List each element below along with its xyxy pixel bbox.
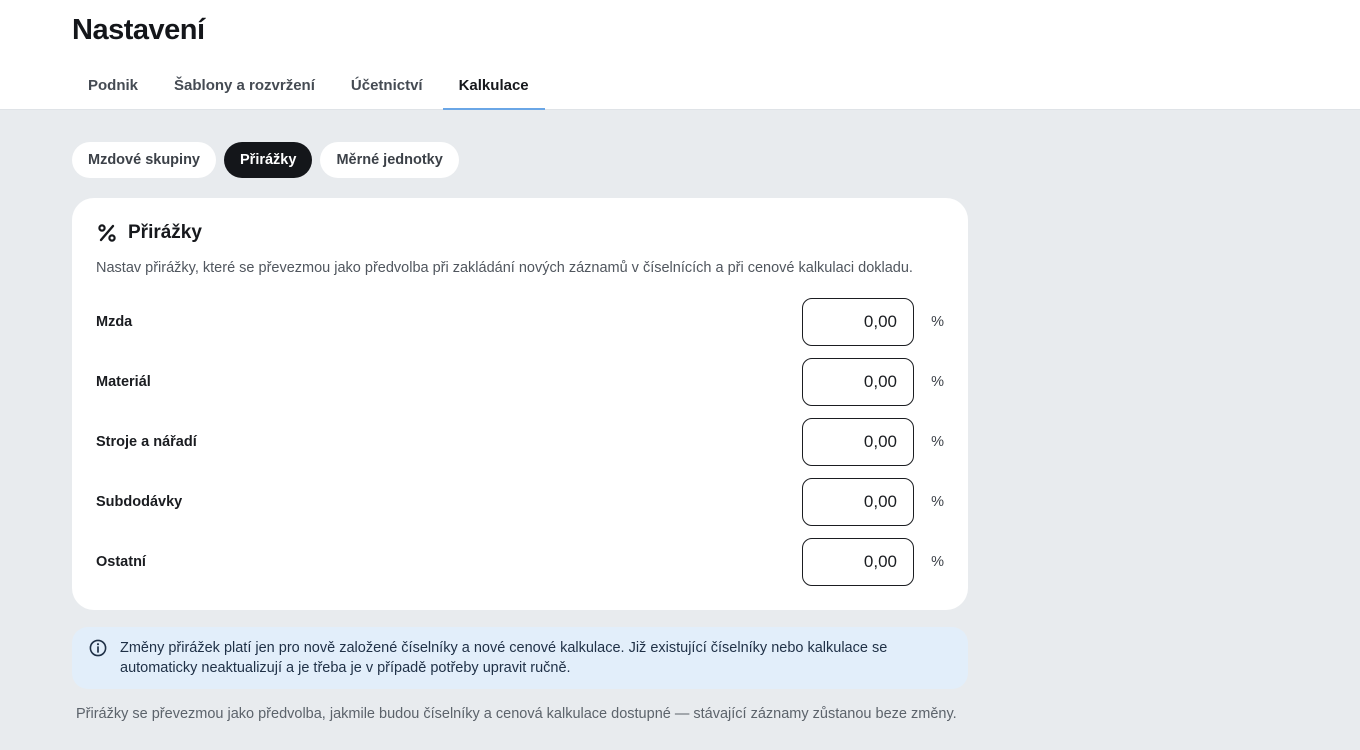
row-unit: % [931,374,944,390]
tab-podnik[interactable]: Podnik [72,64,154,110]
tab-kalkulace[interactable]: Kalkulace [442,64,545,110]
material-input[interactable] [802,358,914,406]
row-unit: % [931,494,944,510]
mzda-input[interactable] [802,298,914,346]
row-label: Materiál [96,374,151,390]
card-header: Přirážky [96,222,202,244]
ostatni-input[interactable] [802,538,914,586]
markup-row-stroje-a-naradi: Stroje a nářadí % [96,418,944,466]
row-label: Ostatní [96,554,146,570]
info-text: Změny přirážek platí jen pro nově založe… [120,640,888,676]
row-unit: % [931,554,944,570]
markup-row-mzda: Mzda % [96,298,944,346]
settings-tabs: Podnik Šablony a rozvržení Účetnictví Ka… [72,64,549,110]
stroje-a-naradi-input[interactable] [802,418,914,466]
markup-row-ostatni: Ostatní % [96,538,944,586]
markup-row-material: Materiál % [96,358,944,406]
page-header: Nastavení Podnik Šablony a rozvržení Úče… [0,0,1360,110]
pill-prirazky[interactable]: Přirážky [224,142,313,178]
pill-mzdove-skupiny[interactable]: Mzdové skupiny [72,142,216,178]
info-icon [89,639,107,657]
subtab-pills: Mzdové skupiny Přirážky Měrné jednotky [72,142,467,178]
row-label: Mzda [96,314,133,330]
percent-icon [98,224,116,242]
info-notice: Změny přirážek platí jen pro nově založe… [72,627,968,689]
markup-row-subdodavky: Subdodávky % [96,478,944,526]
tab-ucetnictvi[interactable]: Účetnictví [335,64,439,110]
card-title: Přirážky [128,222,202,243]
subdodavky-input[interactable] [802,478,914,526]
footnote: Přirážky se převezmou jako předvolba, ja… [76,706,957,722]
row-label: Subdodávky [96,494,183,510]
row-unit: % [931,434,944,450]
row-unit: % [931,314,944,330]
card-description: Nastav přirážky, které se převezmou jako… [96,260,913,276]
markups-card: Přirážky Nastav přirážky, které se převe… [72,198,968,610]
page-title: Nastavení [72,14,205,46]
pill-merne-jednotky[interactable]: Měrné jednotky [320,142,459,178]
row-label: Stroje a nářadí [96,434,197,450]
tab-sablony-a-rozvrzeni[interactable]: Šablony a rozvržení [158,64,331,110]
